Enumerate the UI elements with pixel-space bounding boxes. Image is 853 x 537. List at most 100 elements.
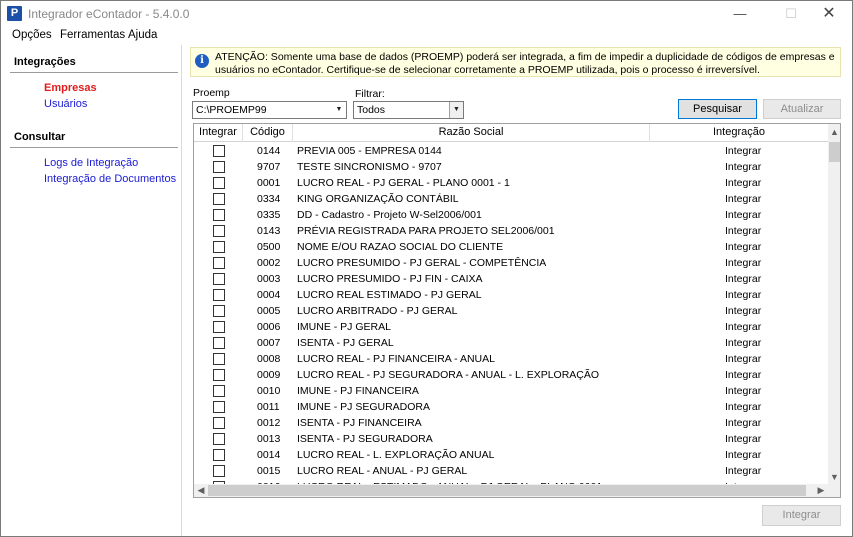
app-logo-icon: P: [7, 6, 22, 21]
razao-social-cell: IMUNE - PJ GERAL: [297, 321, 391, 333]
info-icon: i: [195, 54, 209, 68]
grid-body: 0144 PREVIA 005 - EMPRESA 0144 Integrar 970…: [194, 143, 828, 484]
column-header-codigo[interactable]: Código: [243, 124, 293, 142]
scroll-down-arrow-icon[interactable]: ▼: [828, 470, 840, 484]
integracao-cell: Integrar: [725, 465, 762, 477]
razao-social-cell: ISENTA - PJ SEGURADORA: [297, 433, 433, 445]
vertical-scrollbar[interactable]: ▲ ▼: [828, 124, 840, 484]
sidebar-item-empresas[interactable]: Empresas: [44, 82, 97, 94]
integrar-checkbox[interactable]: [213, 273, 225, 285]
sidebar-item-integracao-documentos[interactable]: Integração de Documentos: [44, 173, 176, 185]
column-header-razao-social[interactable]: Razão Social: [293, 124, 650, 142]
grid-header: Integrar Código Razão Social Integração: [194, 124, 828, 142]
table-row[interactable]: 0006 IMUNE - PJ GERAL Integrar: [194, 319, 828, 335]
atualizar-button: Atualizar: [763, 99, 841, 119]
table-row[interactable]: 0014 LUCRO REAL - L. EXPLORAÇÃO ANUAL Inte…: [194, 447, 828, 463]
integrar-checkbox[interactable]: [213, 257, 225, 269]
table-row[interactable]: 0009 LUCRO REAL - PJ SEGURADORA - ANUAL -…: [194, 367, 828, 383]
razao-social-cell: LUCRO ARBITRADO - PJ GERAL: [297, 305, 458, 317]
menu-ajuda[interactable]: Ajuda: [128, 29, 157, 41]
sidebar-item-usuarios[interactable]: Usuários: [44, 98, 87, 110]
sidebar-item-logs-integracao[interactable]: Logs de Integração: [44, 157, 138, 169]
integrar-checkbox[interactable]: [213, 321, 225, 333]
integrar-checkbox[interactable]: [213, 145, 225, 157]
scroll-left-arrow-icon[interactable]: ◀: [194, 484, 208, 497]
menu-opcoes[interactable]: Opções: [12, 29, 52, 41]
razao-social-cell: DD - Cadastro - Projeto W-Sel2006/001: [297, 209, 482, 221]
codigo-cell: 0143: [257, 225, 281, 237]
menu-ferramentas[interactable]: Ferramentas: [60, 29, 125, 41]
table-row[interactable]: 0005 LUCRO ARBITRADO - PJ GERAL Integrar: [194, 303, 828, 319]
table-row[interactable]: 0011 IMUNE - PJ SEGURADORA Integrar: [194, 399, 828, 415]
integrar-checkbox[interactable]: [213, 193, 225, 205]
scrollbar-corner: [828, 484, 840, 497]
integrar-checkbox[interactable]: [213, 369, 225, 381]
table-row[interactable]: 0013 ISENTA - PJ SEGURADORA Integrar: [194, 431, 828, 447]
table-row[interactable]: 0500 NOME E/OU RAZAO SOCIAL DO CLIENTE Int…: [194, 239, 828, 255]
integrar-checkbox[interactable]: [213, 289, 225, 301]
column-header-integracao[interactable]: Integração: [650, 124, 828, 142]
razao-social-cell: IMUNE - PJ SEGURADORA: [297, 401, 431, 413]
table-row[interactable]: 0007 ISENTA - PJ GERAL Integrar: [194, 335, 828, 351]
integracao-cell: Integrar: [725, 289, 762, 301]
razao-social-cell: PREVIA 005 - EMPRESA 0144: [297, 145, 442, 157]
table-row[interactable]: 0144 PREVIA 005 - EMPRESA 0144 Integrar: [194, 143, 828, 159]
table-row[interactable]: 0008 LUCRO REAL - PJ FINANCEIRA - ANUAL In…: [194, 351, 828, 367]
table-row[interactable]: 0001 LUCRO REAL - PJ GERAL - PLANO 0001 -…: [194, 175, 828, 191]
horizontal-scroll-thumb[interactable]: [208, 485, 806, 496]
integrar-checkbox[interactable]: [213, 209, 225, 221]
integrar-checkbox[interactable]: [213, 465, 225, 477]
integrar-checkbox[interactable]: [213, 161, 225, 173]
chevron-down-icon[interactable]: ▼: [449, 102, 463, 118]
codigo-cell: 0006: [257, 321, 281, 333]
table-row[interactable]: 9707 TESTE SINCRONISMO - 9707 Integrar: [194, 159, 828, 175]
table-row[interactable]: 0015 LUCRO REAL - ANUAL - PJ GERAL Integra…: [194, 463, 828, 479]
integracao-cell: Integrar: [725, 401, 762, 413]
table-row[interactable]: 0143 PRÉVIA REGISTRADA PARA PROJETO SEL20…: [194, 223, 828, 239]
integrar-checkbox[interactable]: [213, 337, 225, 349]
razao-social-cell: LUCRO REAL - PJ GERAL - PLANO 0001 - 1: [297, 177, 510, 189]
integrar-checkbox[interactable]: [213, 433, 225, 445]
chevron-down-icon[interactable]: ▼: [332, 102, 346, 118]
codigo-cell: 0011: [257, 401, 280, 413]
sidebar-divider: [10, 147, 178, 148]
minimize-button[interactable]: —: [718, 1, 762, 27]
pesquisar-button[interactable]: Pesquisar: [678, 99, 757, 119]
integrar-checkbox[interactable]: [213, 353, 225, 365]
codigo-cell: 0335: [257, 209, 281, 221]
integrar-checkbox[interactable]: [213, 401, 225, 413]
table-row[interactable]: 0003 LUCRO PRESUMIDO - PJ FIN - CAIXA Inte…: [194, 271, 828, 287]
table-row[interactable]: 0004 LUCRO REAL ESTIMADO - PJ GERAL Integr…: [194, 287, 828, 303]
codigo-cell: 0010: [257, 385, 281, 397]
proemp-select[interactable]: C:\PROEMP99 ▼: [192, 101, 347, 119]
scroll-right-arrow-icon[interactable]: ▶: [814, 484, 828, 497]
codigo-cell: 0008: [257, 353, 281, 365]
integracao-cell: Integrar: [725, 209, 762, 221]
title-bar[interactable]: P Integrador eContador - 5.4.0.0 — ☐ ✕: [1, 1, 852, 27]
filtrar-select[interactable]: Todos ▼: [353, 101, 464, 119]
codigo-cell: 0500: [257, 241, 281, 253]
codigo-cell: 0015: [257, 465, 281, 477]
integrar-checkbox[interactable]: [213, 385, 225, 397]
integrar-checkbox[interactable]: [213, 417, 225, 429]
codigo-cell: 9707: [257, 161, 281, 173]
filtrar-label: Filtrar:: [355, 88, 385, 100]
horizontal-scrollbar[interactable]: ◀ ▶: [194, 484, 828, 497]
integrar-checkbox[interactable]: [213, 225, 225, 237]
integracao-cell: Integrar: [725, 433, 762, 445]
integrar-checkbox[interactable]: [213, 241, 225, 253]
close-button[interactable]: ✕: [807, 1, 851, 27]
scroll-up-arrow-icon[interactable]: ▲: [828, 125, 840, 139]
integrar-checkbox[interactable]: [213, 305, 225, 317]
column-header-integrar[interactable]: Integrar: [194, 124, 243, 142]
table-row[interactable]: 0335 DD - Cadastro - Projeto W-Sel2006/00…: [194, 207, 828, 223]
integracao-cell: Integrar: [725, 305, 762, 317]
integrar-checkbox[interactable]: [213, 449, 225, 461]
table-row[interactable]: 0010 IMUNE - PJ FINANCEIRA Integrar: [194, 383, 828, 399]
integrar-checkbox[interactable]: [213, 177, 225, 189]
table-row[interactable]: 0334 KING ORGANIZAÇÃO CONTÁBIL Integrar: [194, 191, 828, 207]
table-row[interactable]: 0002 LUCRO PRESUMIDO - PJ GERAL - COMPETÊ…: [194, 255, 828, 271]
vertical-scroll-thumb[interactable]: [829, 142, 840, 162]
integracao-cell: Integrar: [725, 273, 762, 285]
table-row[interactable]: 0012 ISENTA - PJ FINANCEIRA Integrar: [194, 415, 828, 431]
